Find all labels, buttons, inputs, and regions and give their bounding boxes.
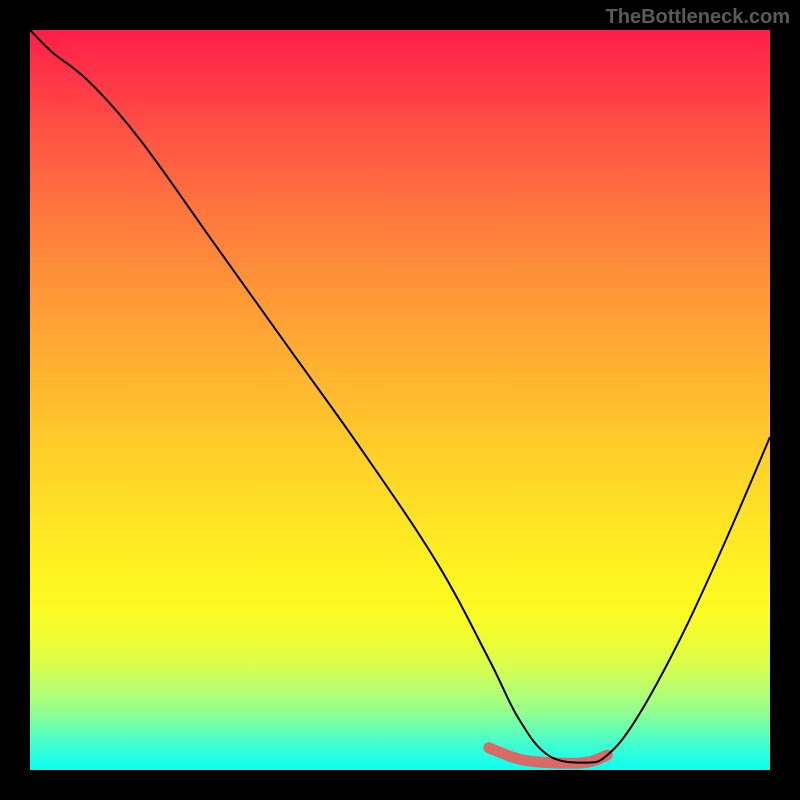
chart-plot-area: [30, 30, 770, 770]
chart-svg: [30, 30, 770, 770]
main-curve-path: [30, 30, 770, 763]
watermark-text: TheBottleneck.com: [606, 6, 790, 29]
